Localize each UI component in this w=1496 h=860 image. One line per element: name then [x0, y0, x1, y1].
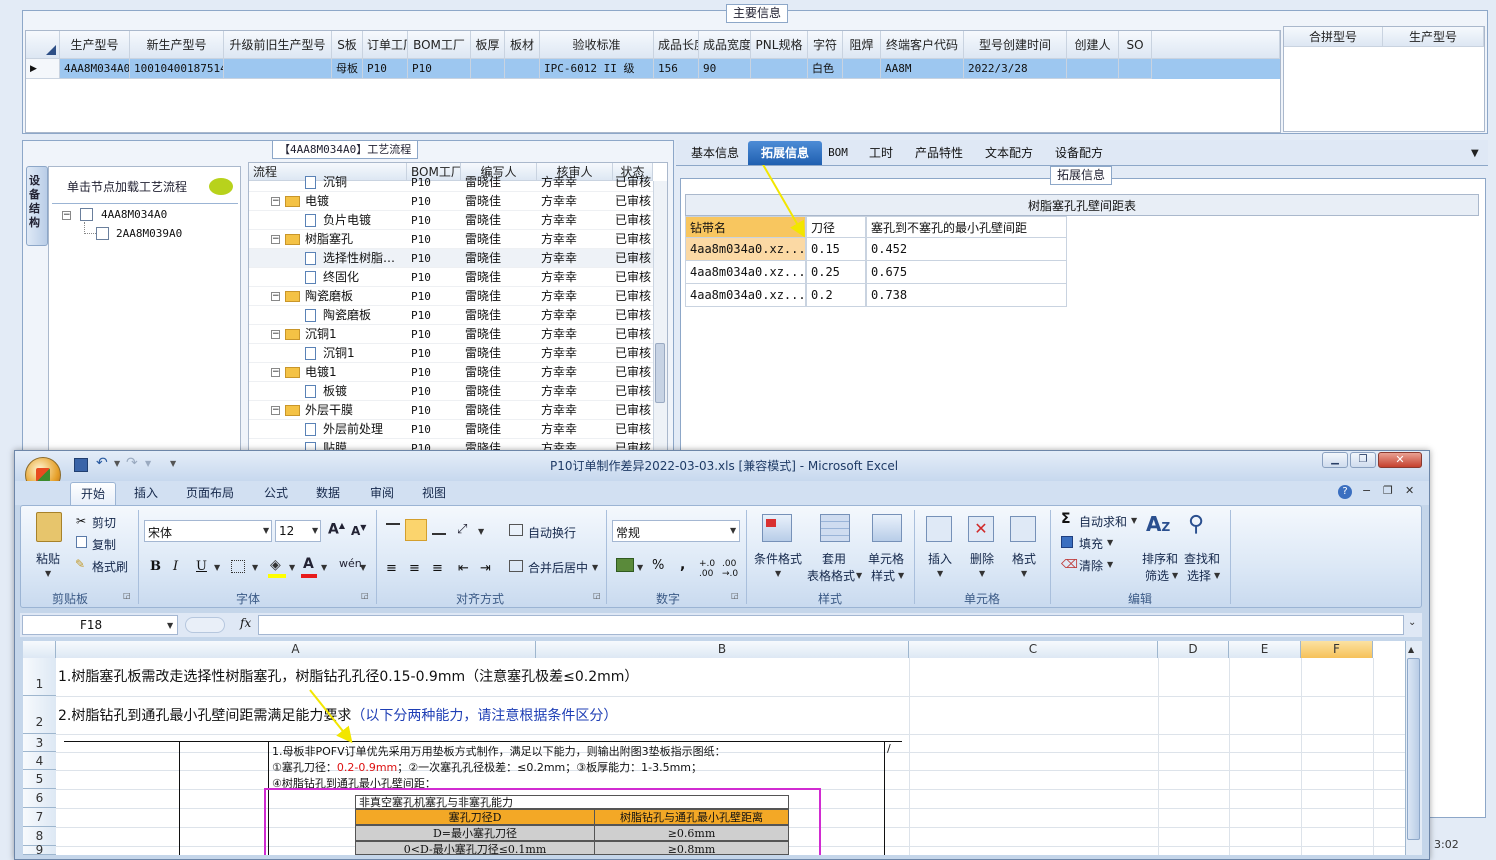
tab-1[interactable]: 拓展信息 [748, 141, 822, 165]
tab-2[interactable]: BOM [820, 141, 856, 165]
ribbon-tab-5[interactable]: 审阅 [360, 482, 404, 505]
tab-0[interactable]: 基本信息 [680, 141, 750, 165]
ribbon-tab-6[interactable]: 视图 [412, 482, 456, 505]
tab-3[interactable]: 工时 [860, 141, 902, 165]
column-header-D[interactable]: D [1158, 641, 1229, 658]
row-header-9[interactable]: 9 [23, 844, 56, 856]
annotation-arrow [757, 155, 805, 238]
column-header-B[interactable]: B [536, 641, 909, 658]
tab-5[interactable]: 文本配方 [974, 141, 1044, 165]
row-header-3[interactable]: 3 [23, 734, 56, 752]
tab-4[interactable]: 产品特性 [904, 141, 974, 165]
ribbon-tab-4[interactable]: 数据 [306, 482, 350, 505]
column-header-C[interactable]: C [909, 641, 1158, 658]
tab-6[interactable]: 设备配方 [1044, 141, 1114, 165]
ribbon-tab-3[interactable]: 公式 [254, 482, 298, 505]
column-header-A[interactable]: A [56, 641, 536, 658]
column-header-E[interactable]: E [1229, 641, 1301, 658]
ribbon-tab-1[interactable]: 插入 [124, 482, 168, 505]
ribbon-tab-2[interactable]: 页面布局 [176, 482, 244, 505]
ribbon-tab-0[interactable]: 开始 [70, 482, 117, 505]
annotation-arrows [309, 155, 805, 744]
row-header-2[interactable]: 2 [23, 696, 56, 734]
row-header-4[interactable]: 4 [23, 752, 56, 770]
row-header-7[interactable]: 7 [23, 808, 56, 827]
row-header-6[interactable]: 6 [23, 789, 56, 808]
row-header-5[interactable]: 5 [23, 770, 56, 789]
column-header-F[interactable]: F [1301, 641, 1373, 658]
row-header-1[interactable]: 1 [23, 658, 56, 696]
annotation-arrow [309, 689, 353, 744]
